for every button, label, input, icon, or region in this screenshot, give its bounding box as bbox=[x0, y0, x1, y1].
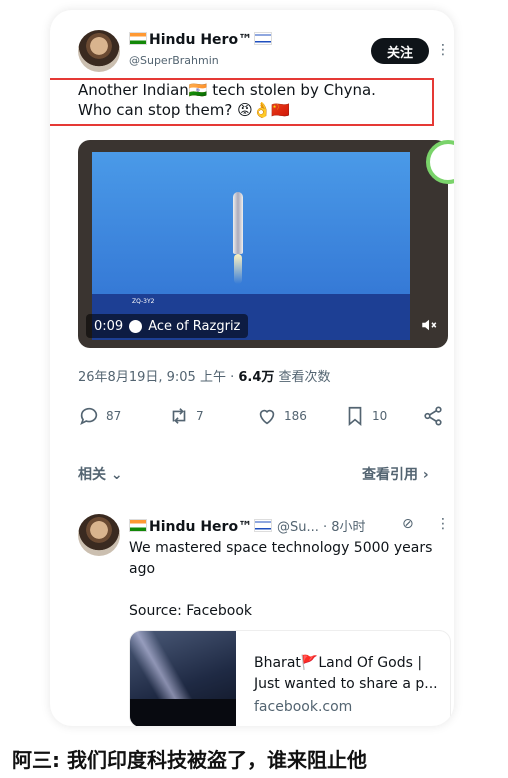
image-caption: 阿三: 我们印度科技被盗了，谁来阻止他 bbox=[12, 748, 367, 772]
heart-icon bbox=[259, 409, 275, 425]
chevron-down-icon: ⌄ bbox=[110, 467, 123, 483]
related-label: 相关 bbox=[78, 467, 106, 483]
action-bar: 87 7 186 10 bbox=[78, 402, 448, 430]
reply-author-name[interactable]: Hindu Hero™ @Su... · 8小时 bbox=[129, 516, 366, 535]
chevron-right-icon: › bbox=[422, 467, 429, 483]
more-options-icon[interactable]: ⋮ bbox=[436, 42, 450, 58]
channel-logo-icon bbox=[129, 319, 143, 333]
share-button[interactable] bbox=[422, 402, 444, 430]
reply-text: We mastered space technology 5000 years … bbox=[129, 540, 433, 577]
views-count: 6.4万 bbox=[238, 370, 275, 385]
reply-button[interactable]: 87 bbox=[78, 402, 121, 430]
reply-handle-time: @Su... · 8小时 bbox=[276, 520, 366, 535]
share-icon bbox=[424, 406, 442, 426]
tweet-text-line-2: Who can stop them? 😡👌🇨🇳 bbox=[78, 101, 291, 119]
video-channel: Ace of Razgriz bbox=[148, 318, 241, 334]
video-frame: ZQ-3Y2 bbox=[92, 152, 410, 340]
bookmark-icon bbox=[348, 406, 362, 427]
retweet-count: 7 bbox=[196, 409, 204, 423]
grok-icon[interactable]: ⊘ bbox=[402, 516, 414, 532]
video-overlay-label: ZQ-3Y2 bbox=[132, 298, 155, 305]
view-quotes-link[interactable]: 查看引用 › bbox=[362, 464, 429, 484]
tweet-text-line-1: Another Indian🇮🇳 tech stolen by Chyna. bbox=[78, 81, 376, 99]
tweet-text: Another Indian🇮🇳 tech stolen by Chyna. W… bbox=[78, 80, 430, 120]
israel-flag-icon bbox=[254, 519, 273, 532]
author-handle[interactable]: @SuperBrahmin bbox=[129, 54, 219, 67]
retweet-icon bbox=[172, 408, 186, 424]
link-preview-card[interactable]: Bharat🚩Land Of Gods | Just wanted to sha… bbox=[129, 630, 451, 726]
rocket-exhaust bbox=[234, 254, 242, 284]
india-flag-icon bbox=[129, 32, 147, 45]
tweet-stats: 26年8月19日, 9:05 上午 · 6.4万 查看次数 bbox=[78, 366, 331, 385]
link-preview-image bbox=[130, 631, 236, 726]
reply-more-options-icon[interactable]: ⋮ bbox=[436, 516, 450, 532]
reply-author-avatar[interactable] bbox=[78, 514, 120, 556]
bookmark-count: 10 bbox=[372, 409, 388, 423]
india-flag-icon bbox=[129, 519, 147, 532]
views-label: 查看次数 bbox=[274, 370, 331, 385]
mute-icon[interactable] bbox=[418, 316, 440, 336]
retweet-button[interactable]: 7 bbox=[168, 402, 204, 430]
tweet-date: 26年8月19日, 9:05 上午 · bbox=[78, 370, 239, 385]
video-player[interactable]: ZQ-3Y2 0:09 Ace of Razgriz bbox=[78, 140, 448, 348]
link-domain: facebook.com bbox=[254, 699, 353, 715]
related-toggle[interactable]: 相关 ⌄ bbox=[78, 464, 123, 484]
israel-flag-icon bbox=[254, 32, 273, 45]
like-button[interactable]: 186 bbox=[256, 402, 307, 430]
rocket-image bbox=[233, 192, 243, 254]
link-title: Bharat🚩Land Of Gods | Just wanted to sha… bbox=[254, 655, 438, 692]
video-time: 0:09 bbox=[94, 318, 124, 334]
author-name[interactable]: Hindu Hero™ bbox=[129, 32, 273, 48]
reply-source: Source: Facebook bbox=[129, 603, 253, 619]
bookmark-button[interactable]: 10 bbox=[344, 402, 387, 430]
tree-silhouette bbox=[130, 699, 236, 726]
follow-button[interactable]: 关注 bbox=[371, 38, 429, 64]
tweet-card: Hindu Hero™ @SuperBrahmin 关注 ⋮ Another I… bbox=[50, 10, 454, 726]
like-count: 186 bbox=[284, 409, 307, 423]
author-avatar[interactable] bbox=[78, 30, 120, 72]
view-quotes-label: 查看引用 bbox=[362, 467, 418, 483]
reply-count: 87 bbox=[106, 409, 122, 423]
video-time-badge: 0:09 Ace of Razgriz bbox=[86, 314, 249, 338]
reply-icon bbox=[80, 407, 98, 426]
